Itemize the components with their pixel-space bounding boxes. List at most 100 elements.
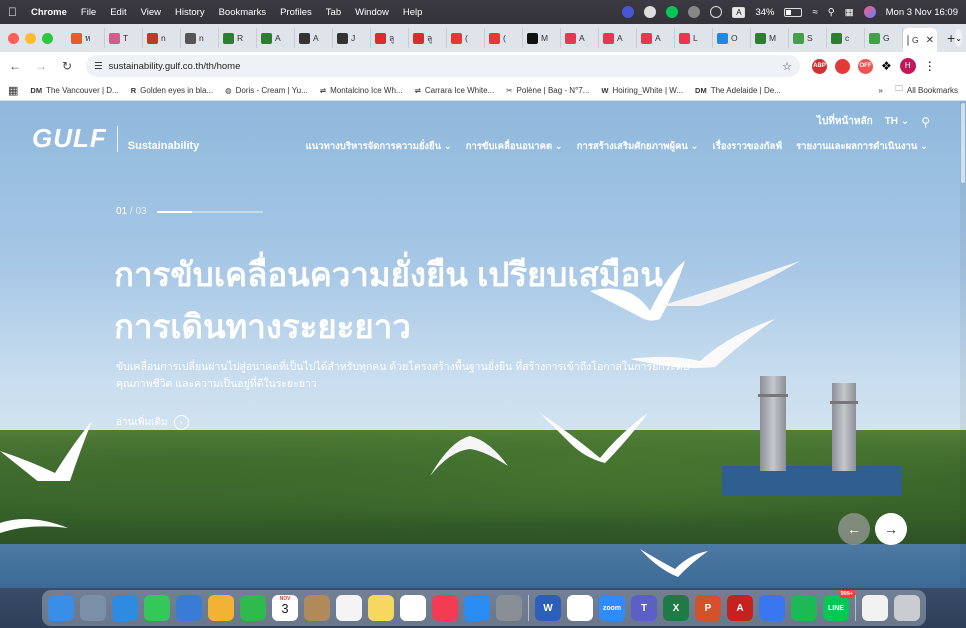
- menu-app-name[interactable]: Chrome: [31, 7, 67, 18]
- sync-icon[interactable]: [644, 6, 657, 18]
- browser-tab[interactable]: R: [219, 28, 257, 48]
- dock-photos-icon[interactable]: [208, 595, 234, 621]
- dock-music-icon[interactable]: [432, 595, 458, 621]
- dock-teams-icon[interactable]: T: [631, 595, 657, 621]
- browser-tab[interactable]: ลู: [371, 28, 409, 48]
- site-info-icon[interactable]: ☰: [94, 61, 103, 72]
- dock-spotify-icon[interactable]: [791, 595, 817, 621]
- browser-tab[interactable]: c: [827, 28, 865, 48]
- read-more-link[interactable]: อ่านเพิ่มเติม ›: [116, 415, 189, 430]
- menu-tab[interactable]: Tab: [326, 7, 341, 18]
- scrollbar-thumb[interactable]: [961, 103, 965, 183]
- close-tab-icon[interactable]: ✕: [926, 35, 934, 46]
- gulf-sustainability-logo[interactable]: GULF Sustainability: [32, 123, 199, 154]
- browser-tab[interactable]: S: [789, 28, 827, 48]
- dock-powerpoint-icon[interactable]: P: [695, 595, 721, 621]
- all-bookmarks-button[interactable]: 🗀 All Bookmarks: [895, 83, 958, 97]
- url-text[interactable]: sustainability.gulf.co.th/th/home: [109, 61, 241, 72]
- dock-system-settings-icon[interactable]: [496, 595, 522, 621]
- dock-safari-icon[interactable]: [112, 595, 138, 621]
- browser-tab[interactable]: A: [561, 28, 599, 48]
- dock-reminders-icon[interactable]: [336, 595, 362, 621]
- browser-tab[interactable]: (: [485, 28, 523, 48]
- play-icon[interactable]: [710, 6, 723, 18]
- dock-line-icon[interactable]: LINE 999+: [823, 590, 855, 621]
- dock-notes-icon[interactable]: [368, 595, 394, 621]
- dock-document-icon[interactable]: [862, 595, 888, 621]
- browser-tab[interactable]: A: [257, 28, 295, 48]
- dock-mail-icon[interactable]: [176, 595, 202, 621]
- nav-item-sustainability-management[interactable]: แนวทางบริหารจัดการความยั่งยืน ⌄: [306, 139, 452, 154]
- headphones-icon[interactable]: [688, 6, 701, 18]
- browser-tab[interactable]: O: [713, 28, 751, 48]
- bookmarks-overflow-button[interactable]: »: [878, 86, 882, 95]
- wifi-icon[interactable]: ≈: [812, 7, 817, 18]
- bookmark-item[interactable]: ✂ Polène | Bag - N°7...: [506, 86, 589, 95]
- extension-red-icon[interactable]: [835, 58, 850, 74]
- browser-tab[interactable]: ลู: [409, 28, 447, 48]
- dock-trash-icon[interactable]: [894, 595, 920, 621]
- menu-profiles[interactable]: Profiles: [280, 7, 312, 18]
- dock-contacts-icon[interactable]: [304, 595, 330, 621]
- control-center-icon[interactable]: ▦: [845, 7, 854, 18]
- browser-tab[interactable]: M: [751, 28, 789, 48]
- dock-excel-icon[interactable]: X: [663, 595, 689, 621]
- carousel-next-button[interactable]: →: [875, 513, 907, 545]
- apps-grid-icon[interactable]: ▦: [8, 84, 18, 97]
- menu-window[interactable]: Window: [355, 7, 389, 18]
- chrome-menu-icon[interactable]: ⋮: [924, 59, 936, 73]
- browser-tab[interactable]: L: [675, 28, 713, 48]
- browser-tab[interactable]: A: [637, 28, 675, 48]
- browser-tab[interactable]: T: [105, 28, 143, 48]
- profile-avatar[interactable]: H: [899, 58, 916, 74]
- close-window-button[interactable]: [8, 32, 19, 44]
- bookmark-item[interactable]: R Golden eyes in bla...: [131, 86, 213, 95]
- battery-icon[interactable]: [784, 7, 803, 17]
- bookmark-item[interactable]: DM The Adelaide | De...: [695, 86, 781, 95]
- search-icon[interactable]: ⚲: [828, 7, 835, 18]
- menu-file[interactable]: File: [81, 7, 96, 18]
- nav-item-empowering-people[interactable]: การสร้างเสริมศักยภาพผู้คน ⌄: [577, 139, 699, 154]
- menu-help[interactable]: Help: [403, 7, 423, 18]
- extensions-puzzle-icon[interactable]: ❖: [881, 59, 892, 73]
- menu-bookmarks[interactable]: Bookmarks: [219, 7, 267, 18]
- browser-tab[interactable]: A: [295, 28, 333, 48]
- bookmark-item[interactable]: ⇌ Montalcino Ice Wh...: [320, 86, 403, 95]
- clock[interactable]: Mon 3 Nov 16:09: [886, 7, 958, 18]
- browser-tab[interactable]: n: [143, 28, 181, 48]
- bookmark-item[interactable]: DM The Vancouver | D...: [30, 86, 118, 95]
- minimize-window-button[interactable]: [25, 32, 36, 44]
- bookmark-item[interactable]: W Hoiring_White | W...: [601, 86, 683, 95]
- tab-search-chevron-icon[interactable]: ⌄: [955, 29, 962, 47]
- siri-icon[interactable]: [863, 6, 876, 18]
- dock-finder-icon[interactable]: [48, 595, 74, 621]
- dock-messages-icon[interactable]: [144, 595, 170, 621]
- carousel-prev-button[interactable]: ←: [838, 513, 870, 545]
- forward-arrow-icon[interactable]: →: [34, 59, 48, 73]
- bookmark-star-icon[interactable]: ☆: [782, 60, 792, 73]
- dock-calendar-icon[interactable]: 3 NOV: [272, 595, 298, 621]
- dock-freeform-icon[interactable]: [400, 595, 426, 621]
- dock-acrobat-icon[interactable]: A: [727, 595, 753, 621]
- nav-item-reports[interactable]: รายงานและผลการดำเนินงาน ⌄: [796, 139, 928, 154]
- page-scrollbar[interactable]: [960, 101, 966, 588]
- nav-item-gulf-stories[interactable]: เรื่องราวของกัลฟ์: [712, 139, 782, 154]
- bookmark-item[interactable]: ⇌ Carrara Ice White...: [415, 86, 495, 95]
- apple-menu-icon[interactable]: : [8, 5, 17, 19]
- zoom-window-button[interactable]: [42, 32, 53, 44]
- menu-view[interactable]: View: [141, 7, 161, 18]
- adblock-extension-icon[interactable]: ABP: [812, 58, 827, 74]
- active-tab[interactable]: G ✕: [903, 28, 937, 52]
- status-app-icon[interactable]: [622, 6, 635, 18]
- browser-tab[interactable]: J: [333, 28, 371, 48]
- dock-chrome-icon[interactable]: [567, 595, 593, 621]
- dock-zoom-icon[interactable]: zoom: [599, 595, 625, 621]
- dock-facetime-icon[interactable]: [240, 595, 266, 621]
- menu-edit[interactable]: Edit: [110, 7, 126, 18]
- browser-tab[interactable]: G: [865, 28, 903, 48]
- extension-off-icon[interactable]: OFF: [858, 58, 873, 74]
- go-home-link[interactable]: ไปที่หน้าหลัก: [817, 114, 873, 129]
- nav-item-driving-future[interactable]: การขับเคลื่อนอนาคต ⌄: [466, 139, 563, 154]
- bookmark-item[interactable]: ◍ Doris - Cream | Yu...: [225, 86, 308, 95]
- back-arrow-icon[interactable]: ←: [8, 59, 22, 73]
